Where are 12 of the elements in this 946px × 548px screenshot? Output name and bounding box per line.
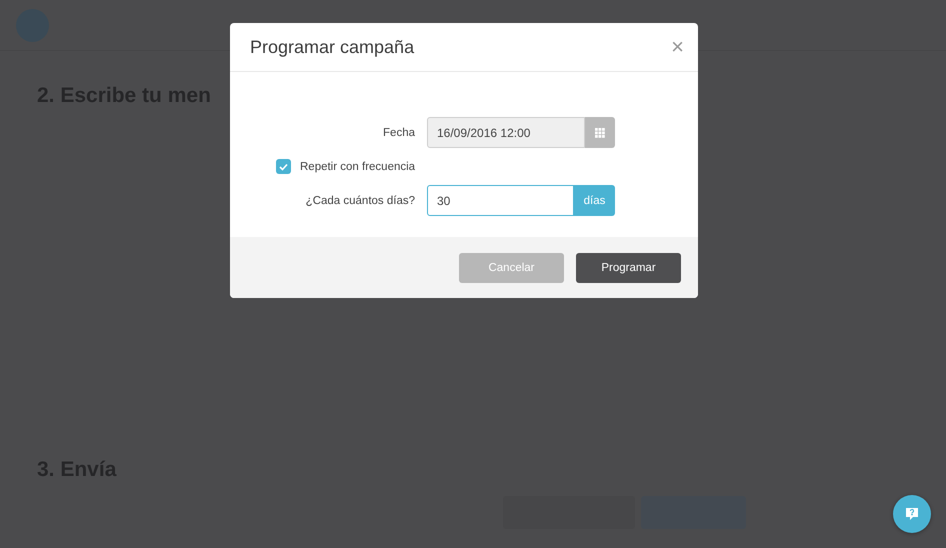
field-label: ¿Cada cuántos días? <box>304 194 416 206</box>
check-icon <box>279 162 288 170</box>
schedule-button[interactable]: Programar <box>576 252 681 282</box>
dialog-title: Programar campaña <box>250 36 414 58</box>
unit-addon: días <box>574 185 615 216</box>
checkbox[interactable] <box>276 159 291 174</box>
chat-help-icon <box>904 506 920 522</box>
checkbox-label: Repetir con frecuencia <box>300 160 416 172</box>
field-label: Fecha <box>382 126 416 138</box>
calendar-grid-icon[interactable] <box>595 128 605 138</box>
number-field[interactable]: 30 <box>427 185 574 216</box>
help-button[interactable] <box>893 495 931 533</box>
